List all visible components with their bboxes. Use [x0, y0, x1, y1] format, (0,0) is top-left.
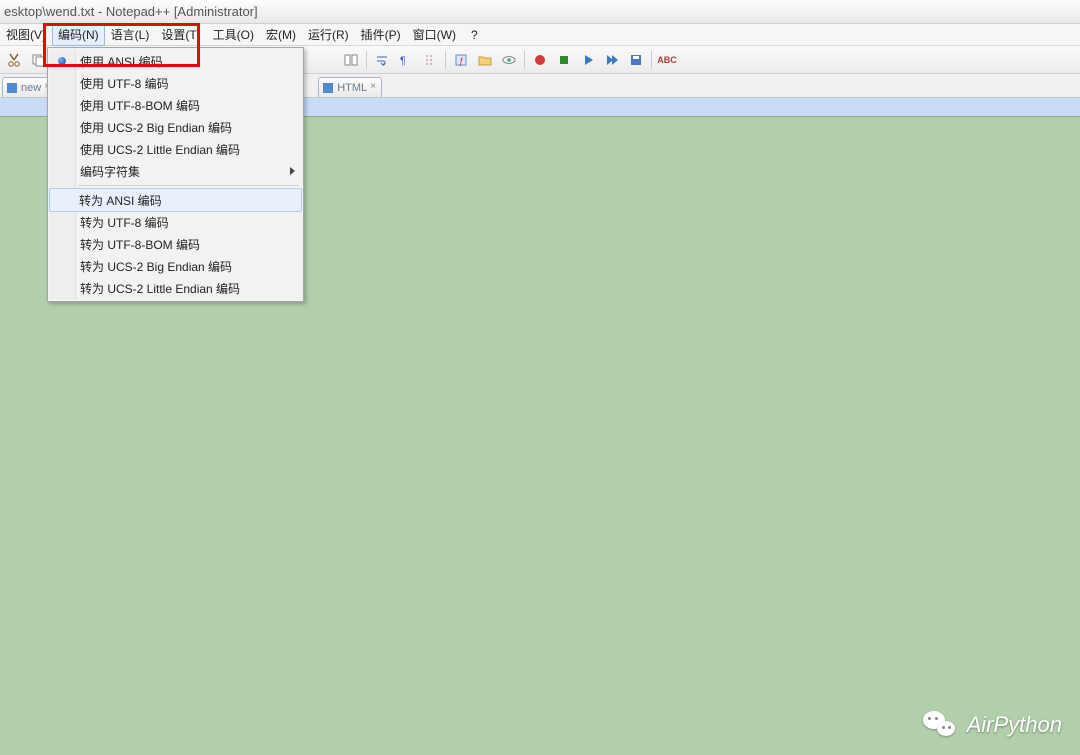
menu-help[interactable]: ?	[462, 25, 487, 45]
menu-run[interactable]: 运行(R)	[302, 23, 355, 46]
encode-utf8bom-item[interactable]: 使用 UTF-8-BOM 编码	[50, 94, 301, 116]
encoding-menu: 使用 ANSI 编码 使用 UTF-8 编码 使用 UTF-8-BOM 编码 使…	[47, 47, 304, 302]
convert-ucs2le-item[interactable]: 转为 UCS-2 Little Endian 编码	[50, 277, 301, 299]
charset-submenu-item[interactable]: 编码字符集	[50, 160, 301, 182]
window-title: esktop\wend.txt - Notepad++ [Administrat…	[4, 4, 258, 19]
title-bar: esktop\wend.txt - Notepad++ [Administrat…	[0, 0, 1080, 24]
separator	[445, 51, 446, 69]
tab-label: HTML	[337, 82, 367, 94]
wechat-icon	[923, 711, 957, 739]
separator	[366, 51, 367, 69]
menu-macro[interactable]: 宏(M)	[260, 23, 302, 46]
menu-item-label: 转为 UCS-2 Big Endian 编码	[80, 258, 232, 275]
submenu-arrow-icon	[290, 167, 295, 175]
tab-label: new	[21, 82, 41, 94]
folder-icon[interactable]	[474, 49, 496, 71]
encode-ucs2be-item[interactable]: 使用 UCS-2 Big Endian 编码	[50, 116, 301, 138]
menu-item-label: 使用 UCS-2 Big Endian 编码	[80, 119, 232, 136]
convert-utf8-item[interactable]: 转为 UTF-8 编码	[50, 211, 301, 233]
eye-icon[interactable]	[498, 49, 520, 71]
menu-item-label: 转为 UTF-8 编码	[80, 214, 169, 231]
separator	[524, 51, 525, 69]
document-tab[interactable]: HTML ×	[318, 77, 382, 97]
menu-language[interactable]: 语言(L)	[105, 23, 156, 46]
encode-ansi-item[interactable]: 使用 ANSI 编码	[50, 50, 301, 72]
menu-item-label: 使用 UCS-2 Little Endian 编码	[80, 141, 240, 158]
stop-macro-icon[interactable]	[553, 49, 575, 71]
tab-close-icon[interactable]: ×	[367, 81, 379, 93]
encode-ucs2le-item[interactable]: 使用 UCS-2 Little Endian 编码	[50, 138, 301, 160]
watermark-text: AirPython	[967, 712, 1062, 738]
menu-item-label: 使用 UTF-8 编码	[80, 75, 169, 92]
menu-item-label: 转为 ANSI 编码	[79, 192, 162, 209]
menu-tools[interactable]: 工具(O)	[207, 23, 260, 46]
menu-encoding[interactable]: 编码(N)	[52, 23, 105, 46]
menu-bar: 视图(V) 编码(N) 语言(L) 设置(T) 工具(O) 宏(M) 运行(R)…	[0, 24, 1080, 46]
cut-icon[interactable]	[3, 49, 25, 71]
play-macro-icon[interactable]	[577, 49, 599, 71]
indent-guide-icon[interactable]	[419, 49, 441, 71]
menu-item-label: 使用 ANSI 编码	[80, 53, 163, 70]
menu-view[interactable]: 视图(V)	[0, 23, 52, 46]
function-list-icon[interactable]: ƒ	[450, 49, 472, 71]
copy-icon[interactable]	[27, 49, 49, 71]
show-all-chars-icon[interactable]: ¶	[395, 49, 417, 71]
svg-text:ƒ: ƒ	[459, 56, 464, 66]
record-macro-icon[interactable]	[529, 49, 551, 71]
convert-utf8bom-item[interactable]: 转为 UTF-8-BOM 编码	[50, 233, 301, 255]
encode-utf8-item[interactable]: 使用 UTF-8 编码	[50, 72, 301, 94]
separator	[651, 51, 652, 69]
convert-ucs2be-item[interactable]: 转为 UCS-2 Big Endian 编码	[50, 255, 301, 277]
save-macro-icon[interactable]	[625, 49, 647, 71]
file-icon	[7, 83, 17, 93]
convert-ansi-item[interactable]: 转为 ANSI 编码	[49, 188, 302, 212]
menu-item-label: 使用 UTF-8-BOM 编码	[80, 97, 200, 114]
menu-plugins[interactable]: 插件(P)	[355, 23, 407, 46]
menu-separator	[78, 185, 299, 186]
svg-text:¶: ¶	[400, 55, 406, 67]
menu-item-label: 转为 UCS-2 Little Endian 编码	[80, 280, 240, 297]
file-icon	[323, 83, 333, 93]
menu-settings[interactable]: 设置(T)	[155, 23, 206, 46]
play-multiple-icon[interactable]	[601, 49, 623, 71]
menu-item-label: 转为 UTF-8-BOM 编码	[80, 236, 200, 253]
spellcheck-icon[interactable]: ABC	[656, 49, 678, 71]
toggle-view-icon[interactable]	[340, 49, 362, 71]
selected-bullet-icon	[58, 57, 66, 65]
watermark: AirPython	[923, 711, 1062, 739]
menu-window[interactable]: 窗口(W)	[407, 23, 462, 46]
wordwrap-icon[interactable]	[371, 49, 393, 71]
menu-item-label: 编码字符集	[80, 163, 140, 180]
